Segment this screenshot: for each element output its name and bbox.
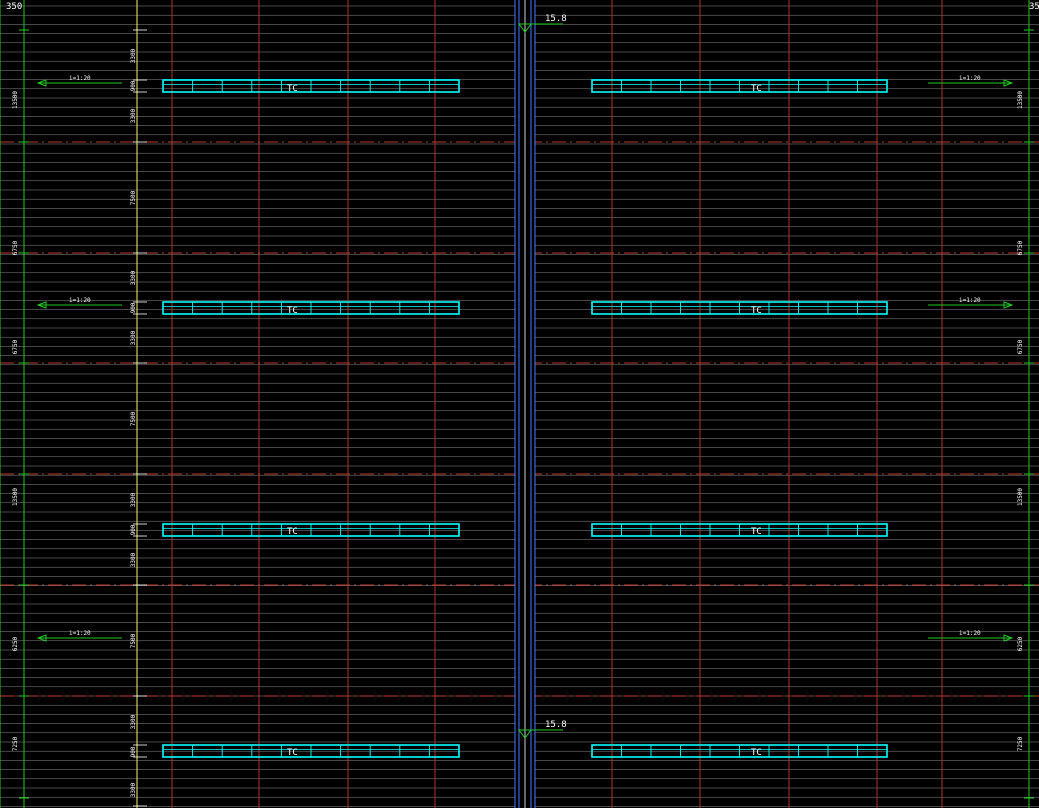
corner-label-right: 35 bbox=[1029, 2, 1039, 12]
inner-dimension: 7500 bbox=[130, 190, 137, 205]
inner-dimension: 3300 bbox=[130, 108, 137, 123]
inner-dimension: 3300 bbox=[130, 552, 137, 567]
trench-label: TC bbox=[751, 527, 762, 537]
right-dimension: 6250 bbox=[1017, 636, 1024, 651]
left-dimension: 13500 bbox=[12, 488, 19, 506]
trench-label: TC bbox=[287, 306, 298, 316]
elevation-label-bottom: 15.8 bbox=[545, 720, 567, 730]
slope-label: i=1:20 bbox=[69, 630, 91, 637]
inner-dimension: 900 bbox=[130, 302, 137, 313]
left-dimension: 6250 bbox=[12, 636, 19, 651]
left-dimension: 6750 bbox=[12, 240, 19, 255]
right-dimension: 7250 bbox=[1017, 736, 1024, 751]
slope-label: i=1:20 bbox=[69, 297, 91, 304]
cad-drawing-canvas[interactable]: 350 35 15.8 15.8 TC TC TC TC TC TC TC TC… bbox=[0, 0, 1039, 808]
inner-dimension: 900 bbox=[130, 80, 137, 91]
slope-label: i=1:20 bbox=[959, 297, 981, 304]
right-dimension: 13500 bbox=[1017, 91, 1024, 109]
inner-dimension: 7500 bbox=[130, 633, 137, 648]
corner-label-left: 350 bbox=[6, 2, 22, 12]
inner-dimension: 3300 bbox=[130, 330, 137, 345]
inner-dimension: 3300 bbox=[130, 48, 137, 63]
left-dimension: 6750 bbox=[12, 339, 19, 354]
right-dimension: 6750 bbox=[1017, 240, 1024, 255]
elevation-label-top: 15.8 bbox=[545, 14, 567, 24]
slope-label: i=1:20 bbox=[959, 630, 981, 637]
inner-dimension: 7500 bbox=[130, 411, 137, 426]
trench-label: TC bbox=[287, 84, 298, 94]
inner-dimension: 900 bbox=[130, 746, 137, 757]
inner-dimension: 3300 bbox=[130, 782, 137, 797]
right-dimension: 6750 bbox=[1017, 339, 1024, 354]
trench-label: TC bbox=[751, 306, 762, 316]
left-dimension: 13500 bbox=[12, 91, 19, 109]
slope-label: i=1:20 bbox=[959, 75, 981, 82]
trench-label: TC bbox=[751, 748, 762, 758]
slope-label: i=1:20 bbox=[69, 75, 91, 82]
trench-label: TC bbox=[287, 527, 298, 537]
inner-dimension: 3300 bbox=[130, 270, 137, 285]
inner-dimension: 3300 bbox=[130, 714, 137, 729]
right-dimension: 13500 bbox=[1017, 488, 1024, 506]
trench-label: TC bbox=[287, 748, 298, 758]
left-dimension: 7250 bbox=[12, 736, 19, 751]
inner-dimension: 900 bbox=[130, 524, 137, 535]
trench-label: TC bbox=[751, 84, 762, 94]
inner-dimension: 3300 bbox=[130, 492, 137, 507]
